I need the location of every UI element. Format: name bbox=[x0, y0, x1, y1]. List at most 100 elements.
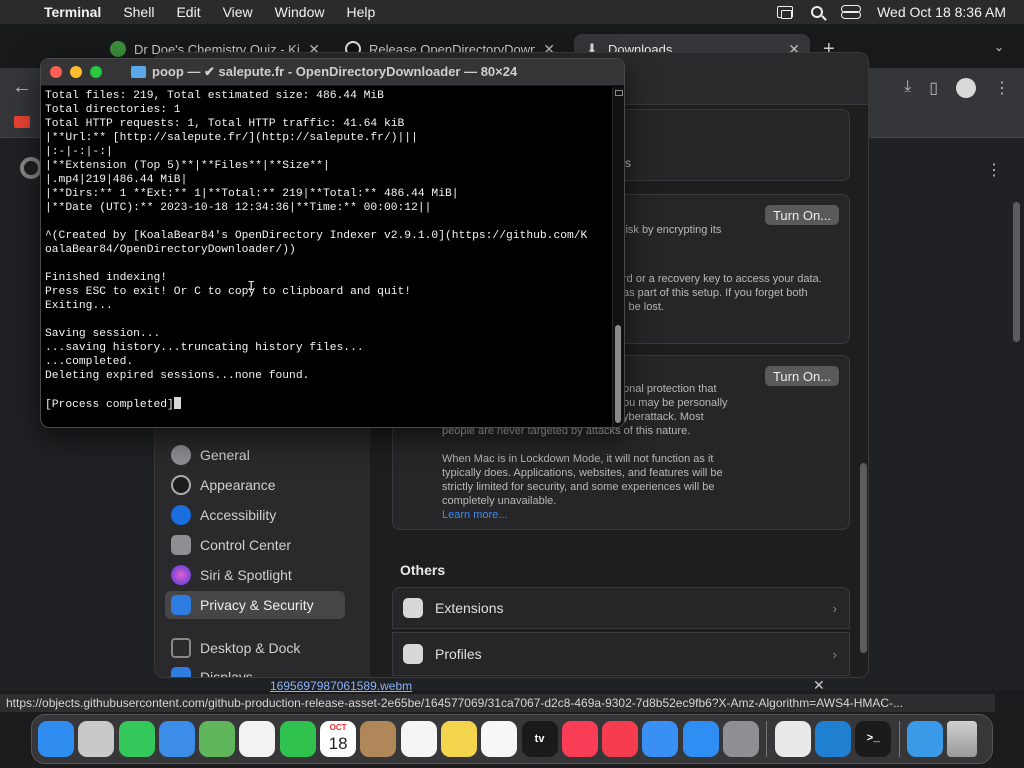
terminal-line: Press ESC to exit! Or C to copy to clipb… bbox=[45, 286, 412, 298]
lockdown-desc-7: strictly limited for security, and some … bbox=[442, 481, 715, 493]
sidebar-item-displays[interactable]: Displays bbox=[165, 663, 345, 678]
menu-window[interactable]: Window bbox=[264, 4, 336, 20]
dock-news-icon[interactable] bbox=[602, 721, 639, 757]
dock-calendar-icon[interactable]: OCT 18 bbox=[320, 721, 357, 757]
terminal-line: Deleting expired sessions...none found. bbox=[45, 370, 310, 382]
dock-music-icon[interactable] bbox=[561, 721, 598, 757]
dock-freeform-icon[interactable] bbox=[481, 721, 518, 757]
spotlight-search-icon[interactable] bbox=[811, 6, 824, 18]
dock-keynote-icon[interactable] bbox=[642, 721, 679, 757]
download-file-link[interactable]: 1695697987061589.webm bbox=[270, 679, 412, 693]
downloads-icon[interactable]: ⤓ bbox=[904, 78, 911, 98]
terminal-output[interactable]: Total files: 219, Total estimated size: … bbox=[45, 89, 611, 425]
learn-more-link[interactable]: Learn more... bbox=[442, 508, 507, 522]
menu-extras: Wed Oct 18 8:36 AM bbox=[777, 4, 1024, 20]
appearance-icon bbox=[171, 475, 191, 495]
sidebar-item-desktop-dock[interactable]: Desktop & Dock bbox=[165, 634, 345, 662]
dock-facetime-icon[interactable] bbox=[279, 721, 316, 757]
dock-separator bbox=[898, 721, 900, 757]
terminal-titlebar[interactable]: poop — ✔ salepute.fr - OpenDirectoryDown… bbox=[41, 59, 624, 86]
sidebar-item-control-center[interactable]: Control Center bbox=[165, 531, 345, 559]
lockdown-desc-6: typically does. Applications, websites, … bbox=[442, 467, 723, 479]
sidebar-item-label: Desktop & Dock bbox=[200, 640, 301, 656]
dock-downloads-folder-icon[interactable] bbox=[906, 721, 943, 757]
ibeam-cursor-icon: I bbox=[247, 279, 256, 295]
dock-maps-icon[interactable] bbox=[199, 721, 236, 757]
menu-help[interactable]: Help bbox=[335, 4, 386, 20]
download-close-icon[interactable]: ✕ bbox=[813, 677, 825, 694]
dock-app-store-icon[interactable] bbox=[682, 721, 719, 757]
screen-mirroring-icon[interactable] bbox=[777, 6, 794, 19]
terminal-line: Total HTTP requests: 1, Total HTTP traff… bbox=[45, 118, 405, 130]
extensions-label: Extensions bbox=[435, 600, 504, 616]
menu-view[interactable]: View bbox=[212, 4, 264, 20]
dock-finder-icon[interactable] bbox=[38, 721, 74, 757]
settings-scrollbar[interactable] bbox=[860, 463, 867, 653]
profiles-row[interactable]: Profiles › bbox=[392, 632, 850, 676]
terminal-line: Saving session... bbox=[45, 328, 161, 340]
dock-photos-icon[interactable] bbox=[239, 721, 276, 757]
sidebar-item-label: Displays bbox=[200, 669, 253, 678]
close-window-button[interactable] bbox=[50, 66, 62, 78]
dock-terminal-icon[interactable]: >_ bbox=[855, 721, 892, 757]
page-menu-icon[interactable]: ⋮ bbox=[986, 160, 1002, 180]
gmail-bookmark-icon[interactable] bbox=[14, 116, 30, 128]
terminal-line: [Process completed] bbox=[45, 397, 611, 411]
dock-trash-icon[interactable] bbox=[947, 721, 978, 757]
sidebar-item-label: Appearance bbox=[200, 477, 276, 493]
dock-separator bbox=[766, 721, 768, 757]
dock-system-settings-icon[interactable] bbox=[723, 721, 760, 757]
lockdown-turn-on-button[interactable]: Turn On... bbox=[765, 366, 839, 386]
dock-icon bbox=[171, 638, 191, 658]
menu-shell[interactable]: Shell bbox=[112, 4, 165, 20]
dock-mail-icon[interactable] bbox=[158, 721, 195, 757]
terminal-line: |**Dirs:** 1 **Ext:** 1|**Total:** 219|*… bbox=[45, 188, 459, 200]
chrome-logo-icon bbox=[20, 157, 42, 179]
sidebar-item-label: Siri & Spotlight bbox=[200, 567, 292, 583]
lockdown-desc-8: completely unavailable. bbox=[442, 495, 557, 507]
terminal-line: |**Extension (Top 5)**|**Files**|**Size*… bbox=[45, 160, 330, 172]
gear-icon bbox=[171, 445, 191, 465]
browser-scrollbar[interactable] bbox=[1013, 202, 1020, 342]
menu-clock[interactable]: Wed Oct 18 8:36 AM bbox=[877, 4, 1006, 20]
control-center-icon[interactable] bbox=[841, 5, 862, 19]
tv-label: tv bbox=[534, 733, 545, 745]
lockdown-desc-3: yberattack. Most bbox=[623, 411, 704, 423]
dock-tv-icon[interactable]: tv bbox=[521, 721, 558, 757]
terminal-line: |**Date (UTC):** 2023-10-18 12:34:36|**T… bbox=[45, 202, 432, 214]
terminal-line: ...saving history...truncating history f… bbox=[45, 342, 364, 354]
sidebar-item-general[interactable]: General bbox=[165, 441, 345, 469]
filevault-desc-2: rd or a recovery key to access your data… bbox=[623, 273, 822, 285]
dock-messages-icon[interactable] bbox=[118, 721, 155, 757]
terminal-line: Exiting... bbox=[45, 300, 113, 312]
tab-search-chevron-icon[interactable]: ⌄ bbox=[994, 40, 1004, 54]
dock-vs-code-icon[interactable] bbox=[814, 721, 851, 757]
terminal-scrollbar-thumb[interactable] bbox=[615, 325, 621, 423]
sidebar-item-label: Control Center bbox=[200, 537, 292, 553]
dock-launchpad-icon[interactable] bbox=[78, 721, 115, 757]
minimize-window-button[interactable] bbox=[70, 66, 82, 78]
extensions-row[interactable]: Extensions › bbox=[392, 587, 850, 629]
dock-chrome-icon[interactable] bbox=[774, 721, 811, 757]
menu-app-name[interactable]: Terminal bbox=[40, 4, 112, 20]
zoom-window-button[interactable] bbox=[90, 66, 102, 78]
filevault-turn-on-button[interactable]: Turn On... bbox=[765, 205, 839, 225]
sidebar-item-accessibility[interactable]: Accessibility bbox=[165, 501, 345, 529]
menu-bar: Terminal Shell Edit View Window Help Wed… bbox=[0, 0, 1024, 24]
sidebar-item-privacy-security[interactable]: Privacy & Security bbox=[165, 591, 345, 619]
menu-edit[interactable]: Edit bbox=[165, 4, 211, 20]
profile-avatar[interactable] bbox=[956, 78, 976, 98]
terminal-line: ...completed. bbox=[45, 356, 134, 368]
dock-reminders-icon[interactable] bbox=[400, 721, 437, 757]
sidebar-item-appearance[interactable]: Appearance bbox=[165, 471, 345, 499]
back-arrow-icon[interactable]: ← bbox=[12, 76, 32, 99]
dock-contacts-icon[interactable] bbox=[360, 721, 397, 757]
folder-icon bbox=[131, 66, 146, 78]
siri-icon bbox=[171, 565, 191, 585]
sidebar-item-siri-spotlight[interactable]: Siri & Spotlight bbox=[165, 561, 345, 589]
side-panel-icon[interactable]: ▯ bbox=[929, 78, 938, 98]
scroll-up-icon[interactable] bbox=[615, 90, 623, 96]
browser-menu-icon[interactable]: ⋮ bbox=[994, 78, 1010, 98]
dock-notes-icon[interactable] bbox=[440, 721, 477, 757]
